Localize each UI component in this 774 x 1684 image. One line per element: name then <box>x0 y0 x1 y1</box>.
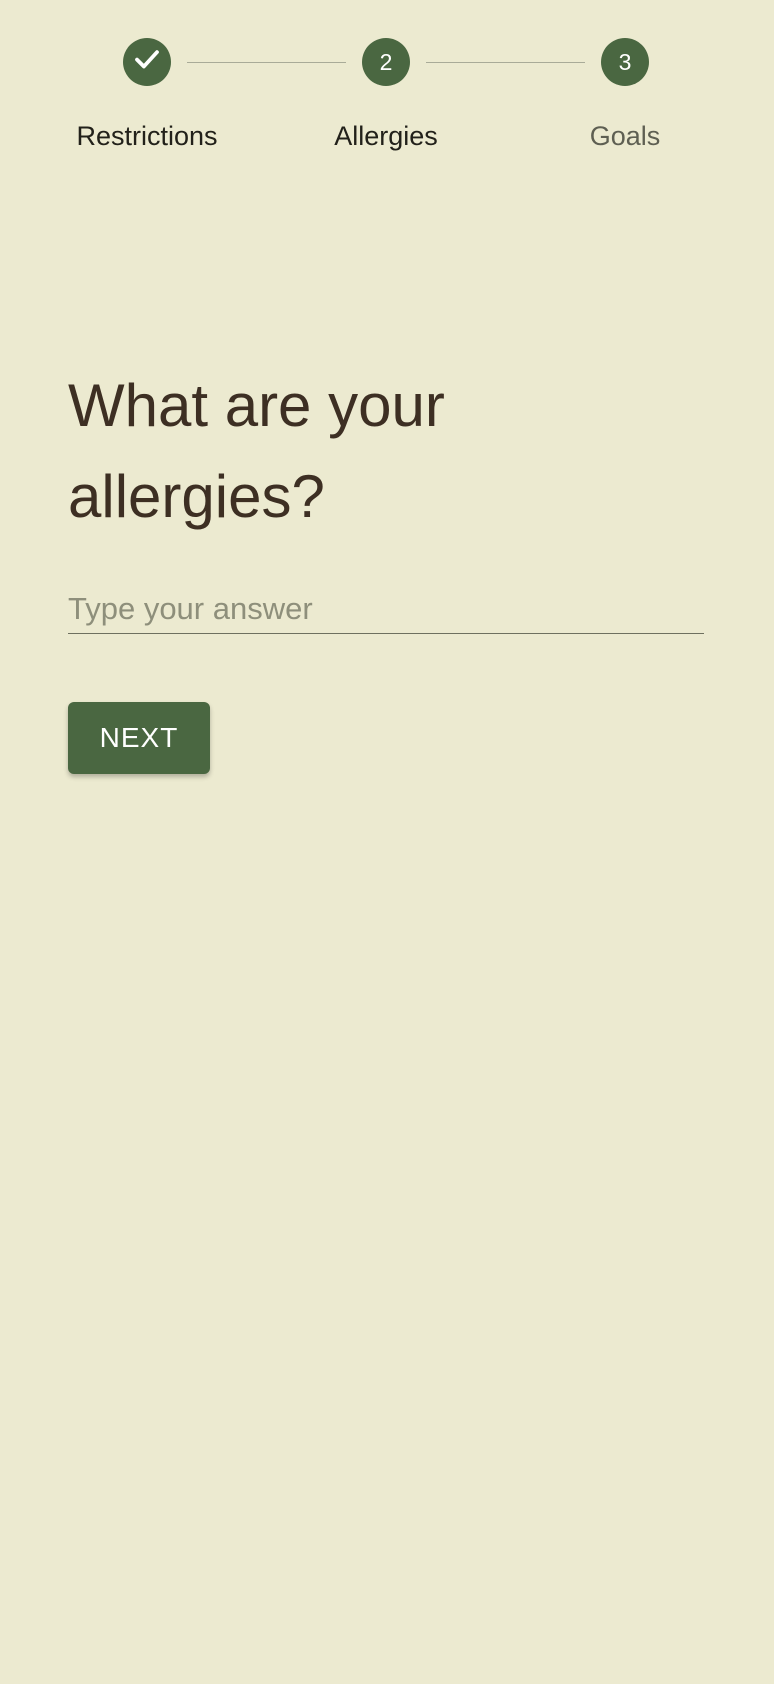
step-label-allergies: Allergies <box>334 121 438 151</box>
step-connector <box>426 62 585 63</box>
step-connector <box>187 62 346 63</box>
step-number: 3 <box>618 48 632 75</box>
step-label-goals: Goals <box>589 121 661 151</box>
answer-input[interactable] <box>68 585 704 634</box>
stepper: 2 3 Restrictions Allergies Goals <box>0 0 774 170</box>
step-label-restrictions: Restrictions <box>76 121 218 151</box>
step-allergies-indicator[interactable]: 2 <box>362 38 410 86</box>
question-title: What are your allergies? <box>68 372 445 530</box>
check-icon <box>132 44 162 80</box>
step-goals-indicator[interactable]: 3 <box>601 38 649 86</box>
step-restrictions-indicator[interactable] <box>123 38 171 86</box>
step-number: 2 <box>379 48 393 75</box>
next-button[interactable]: NEXT <box>68 702 210 774</box>
